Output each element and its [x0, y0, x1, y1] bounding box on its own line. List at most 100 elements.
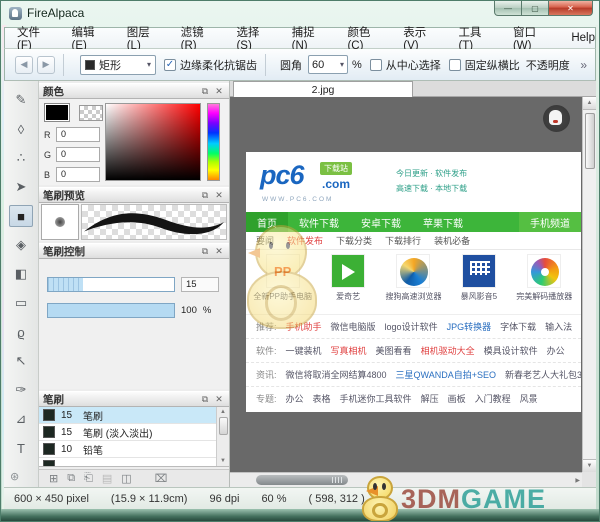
canvas-vertical-scrollbar[interactable]: ▲ ▼ [582, 97, 596, 472]
fixed-ratio-checkbox[interactable] [449, 59, 461, 71]
menu-select[interactable]: 选择(S) [236, 24, 274, 52]
webpage-header-links: 今日更新 · 软件发布 高速下载 · 本地下载 [396, 166, 467, 196]
web-link: JPG转换器 [447, 320, 492, 333]
menu-color[interactable]: 颜色(C) [347, 24, 386, 52]
export-brush-icon[interactable]: ▤ [102, 472, 112, 485]
window-title: FireAlpaca [27, 6, 84, 20]
scrollbar-thumb[interactable] [585, 113, 595, 169]
panel-close-icon[interactable]: ✕ [213, 86, 225, 97]
smudge-tool-icon[interactable]: ∴ [9, 147, 33, 169]
panel-close-icon[interactable]: ✕ [213, 190, 225, 201]
toolbar-separator [63, 54, 64, 76]
web-link: 相机驱动大全 [421, 344, 475, 357]
watermark-mascot-overlay [240, 225, 324, 329]
rect-select-tool-icon[interactable]: ■ [9, 205, 33, 227]
panel-close-icon[interactable]: ✕ [213, 246, 225, 257]
menu-filter[interactable]: 滤镜(R) [181, 24, 220, 52]
scroll-up-icon[interactable]: ▲ [583, 97, 596, 110]
canvas[interactable]: pc6 下载站 .com WWW.PC6.COM 今日更新 · 软件发布 高速下… [230, 97, 582, 472]
scrollbar-thumb[interactable] [256, 475, 348, 485]
eyedropper-tool-icon[interactable]: ⊿ [9, 408, 33, 430]
b-channel-label: B [44, 170, 52, 180]
shape-select-value: 矩形 [99, 57, 121, 73]
shape-select-dropdown[interactable]: 矩形 ▾ [80, 55, 156, 75]
brush-list-scrollbar[interactable]: ▲ ▼ [216, 407, 229, 466]
scroll-down-icon[interactable]: ▼ [583, 459, 596, 472]
text-tool-icon[interactable]: T [9, 437, 33, 459]
panel-float-icon[interactable]: ⧉ [199, 190, 211, 201]
pen-tool-icon[interactable]: ✎ [9, 89, 33, 111]
move-tool-icon[interactable]: ➤ [9, 176, 33, 198]
brush-name: 笔刷 (淡入淡出) [83, 425, 225, 440]
lasso-tool-icon[interactable]: ϱ [9, 321, 33, 343]
app-card: 暴风影音5 [448, 254, 510, 314]
menu-bar: 文件(F) 编辑(E) 图层(L) 滤镜(R) 选择(S) 捕捉(N) 颜色(C… [4, 27, 596, 49]
scrollbar-thumb[interactable] [219, 417, 228, 435]
forward-arrow-button[interactable]: ▶ [37, 56, 55, 74]
brush-list-item-partial[interactable] [39, 458, 229, 467]
trash-icon[interactable]: ⌧ [155, 472, 168, 485]
from-center-checkbox[interactable] [370, 59, 382, 71]
menu-layer[interactable]: 图层(L) [127, 24, 164, 52]
reset-view-icon[interactable]: ⊛ [10, 470, 19, 483]
menu-view[interactable]: 表示(V) [403, 24, 441, 52]
menu-file[interactable]: 文件(F) [17, 24, 55, 52]
toolbar-overflow-button[interactable]: » [580, 58, 587, 72]
scroll-up-icon[interactable]: ▲ [220, 409, 226, 415]
magic-wand-tool-icon[interactable]: ↖ [9, 350, 33, 372]
antialias-checkbox[interactable]: ✓ [164, 59, 176, 71]
g-channel-label: G [44, 150, 52, 160]
menu-edit[interactable]: 编辑(E) [72, 24, 110, 52]
r-channel-field[interactable]: 0 [56, 127, 100, 142]
duplicate-brush-icon[interactable]: ⧉ [67, 472, 75, 485]
curve-tool-icon[interactable]: ✑ [9, 379, 33, 401]
marquee-tool-icon[interactable]: ▭ [9, 292, 33, 314]
minimize-button[interactable]: — [494, 1, 522, 16]
brush-list-item[interactable]: 15 笔刷 (淡入淡出) [39, 424, 229, 441]
menu-window[interactable]: 窗口(W) [513, 24, 554, 52]
copy-brush-icon[interactable]: ◫ [121, 472, 131, 485]
maximize-button[interactable]: ▢ [522, 1, 549, 16]
baofeng-player-icon [462, 254, 496, 288]
web-link: 手机迷你工具软件 [340, 392, 412, 405]
brush-size-value[interactable]: 15 [181, 277, 219, 292]
back-arrow-button[interactable]: ◀ [15, 56, 33, 74]
brush-stroke-preview [81, 204, 227, 240]
new-brush-icon[interactable]: ⊞ [49, 472, 58, 485]
brush-list-item[interactable]: 15 笔刷 ⚙ [39, 407, 229, 424]
hue-slider[interactable] [207, 103, 220, 181]
panel-close-icon[interactable]: ✕ [213, 394, 225, 405]
web-link: 办公 [286, 392, 304, 405]
transparent-color-swatch[interactable] [79, 105, 103, 121]
status-image-size: 600 × 450 pixel [14, 493, 89, 505]
brush-opacity-slider[interactable] [47, 303, 175, 318]
menu-snap[interactable]: 捕捉(N) [292, 24, 331, 52]
polygon-select-tool-icon[interactable]: ◈ [9, 234, 33, 256]
menu-help[interactable]: Help [571, 32, 595, 44]
g-channel-field[interactable]: 0 [56, 147, 100, 162]
document-tab[interactable]: 2.jpg [233, 81, 413, 97]
sogou-browser-icon [396, 254, 430, 288]
foreground-color-swatch[interactable] [44, 103, 70, 122]
menu-tools[interactable]: 工具(T) [458, 24, 496, 52]
panel-float-icon[interactable]: ⧉ [199, 394, 211, 405]
corner-value-spinner[interactable]: 60 ▾ [308, 55, 348, 74]
panel-float-icon[interactable]: ⧉ [199, 86, 211, 97]
codec-player-icon [527, 254, 561, 288]
title-bar[interactable]: FireAlpaca — ▢ ✕ [1, 1, 599, 25]
panel-float-icon[interactable]: ⧉ [199, 246, 211, 257]
game-brand-text: GAME [461, 484, 546, 515]
import-brush-icon[interactable]: ⎗ [84, 472, 93, 485]
scroll-right-icon[interactable]: ▶ [575, 477, 580, 484]
scroll-down-icon[interactable]: ▼ [220, 458, 226, 464]
close-button[interactable]: ✕ [549, 1, 593, 16]
b-channel-field[interactable]: 0 [56, 167, 100, 182]
bucket-tool-icon[interactable]: ◧ [9, 263, 33, 285]
brush-list-item[interactable]: 10 铅笔 [39, 441, 229, 458]
eraser-tool-icon[interactable]: ◊ [9, 118, 33, 140]
pc6-logo-com: .com [322, 177, 350, 191]
tool-strip: ✎ ◊ ∴ ➤ ■ ◈ ◧ ▭ ϱ ↖ ✑ ⊿ T ⊛ [4, 81, 39, 487]
webpage-nav-mobile: 手机频道 [519, 212, 581, 232]
saturation-value-picker[interactable] [105, 103, 201, 181]
brush-size-slider[interactable] [47, 277, 175, 292]
